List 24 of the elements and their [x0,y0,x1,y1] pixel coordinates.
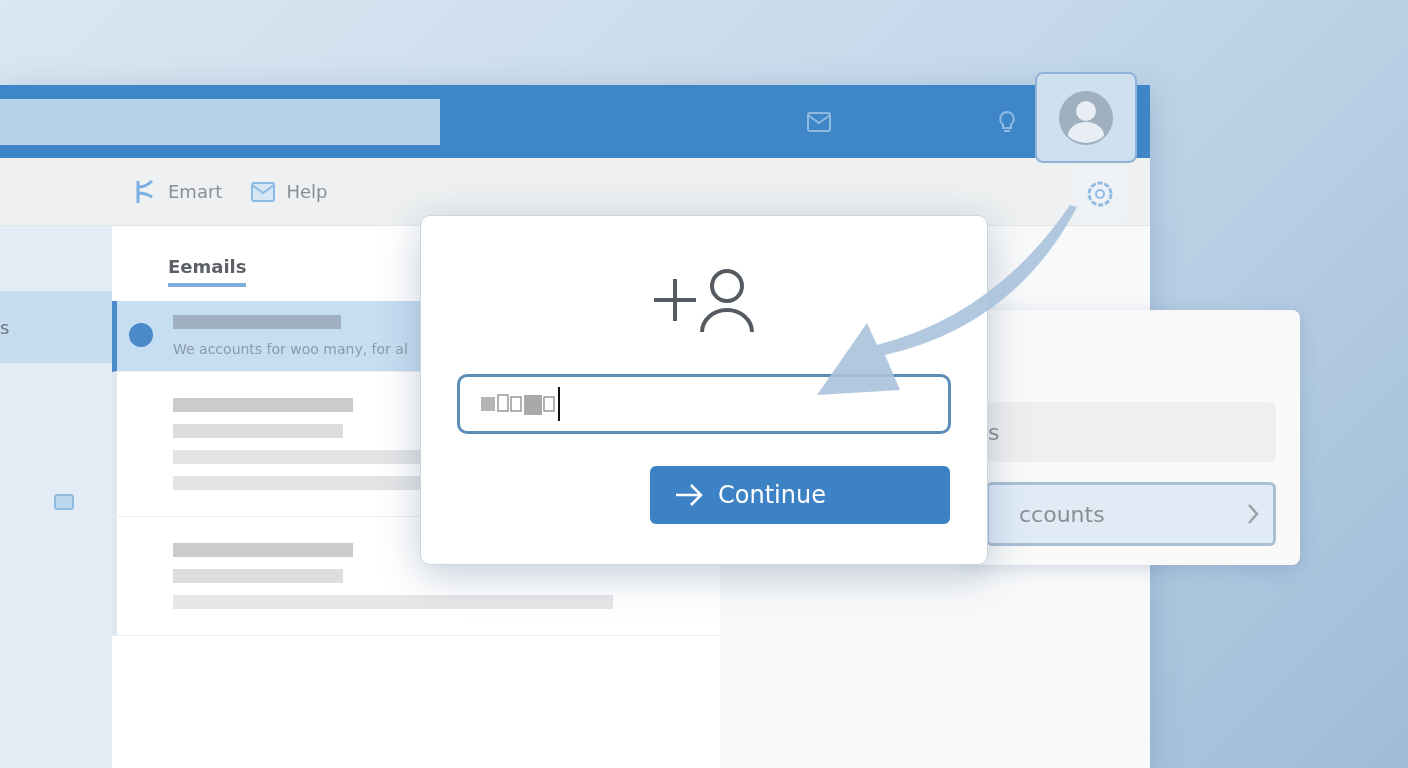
toolbar-item[interactable]: Help [250,180,328,203]
avatar-button[interactable] [1035,72,1137,163]
toolbar-item[interactable]: Emart [132,178,223,205]
unread-dot-icon [129,323,153,347]
person-icon [1057,88,1115,147]
arrow-right-icon [674,483,704,507]
add-person-icon [652,268,756,334]
mail-icon [250,180,277,203]
email-preview: We accounts for woo many, for al [173,341,409,357]
chevron-icon [1247,503,1259,525]
flyout-item-label: ccounts [1019,501,1105,527]
mail-icon[interactable] [806,110,832,133]
lightbulb-icon[interactable] [998,109,1016,134]
flyout-item-label: s [988,419,1000,445]
account-input-field[interactable] [457,374,951,434]
list-heading[interactable]: Eemails [168,256,247,287]
search-field[interactable] [0,98,440,145]
continue-button[interactable]: Continue [650,466,950,524]
sidebar-item[interactable]: s [0,291,112,363]
text-cursor [558,387,560,421]
flyout-item[interactable]: s [986,402,1276,462]
folder-icon[interactable] [54,494,74,510]
settings-button[interactable] [1073,165,1127,222]
flyout-item[interactable]: ccounts [986,482,1276,546]
